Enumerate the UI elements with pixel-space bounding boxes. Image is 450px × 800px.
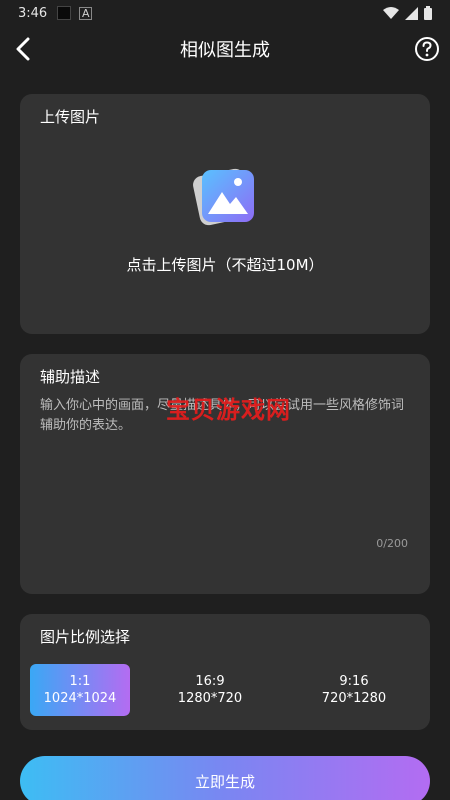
ratio-title: 图片比例选择 — [40, 628, 131, 646]
ratio-size: 1280*720 — [177, 691, 243, 706]
image-upload-icon[interactable] — [192, 166, 258, 228]
ratio-card: 图片比例选择 1:1 1024*1024 16:9 1280*720 9:16 … — [20, 614, 430, 730]
description-card: 辅助描述 输入你心中的画面，尽量描述具体，可以尝试用一些风格修饰词辅助你的表达。… — [20, 354, 430, 594]
upload-hint: 点击上传图片（不超过10M） — [126, 256, 324, 274]
watermark: 宝贝游戏网 — [166, 396, 291, 424]
ratio-option-16-9[interactable]: 16:9 1280*720 — [160, 664, 260, 716]
header: 相似图生成 — [0, 26, 450, 72]
chevron-left-icon — [16, 37, 30, 61]
upload-card[interactable]: 上传图片 点击上传图片（不超过10M） — [20, 94, 430, 334]
help-button[interactable] — [414, 36, 440, 62]
generate-button[interactable]: 立即生成 — [20, 756, 430, 800]
battery-icon — [424, 6, 432, 20]
status-time: 3:46 — [18, 5, 48, 21]
notification-icon — [57, 6, 72, 20]
back-button[interactable] — [8, 34, 38, 64]
ratio-option-9-16[interactable]: 9:16 720*1280 — [304, 664, 404, 716]
signal-icon — [405, 6, 418, 20]
ratio-size: 720*1280 — [321, 691, 387, 706]
ratio-label: 1:1 — [69, 674, 91, 689]
page-title: 相似图生成 — [180, 40, 270, 61]
description-title: 辅助描述 — [40, 368, 101, 386]
ratio-label: 9:16 — [339, 674, 369, 689]
upload-title: 上传图片 — [40, 108, 101, 126]
ratio-option-1-1[interactable]: 1:1 1024*1024 — [30, 664, 130, 716]
wifi-icon — [383, 6, 399, 19]
status-bar: 3:46 A — [0, 0, 450, 26]
generate-button-label: 立即生成 — [194, 772, 255, 791]
notification-a-icon: A — [79, 6, 93, 20]
ratio-size: 1024*1024 — [43, 691, 117, 706]
character-counter: 0/200 — [376, 537, 408, 550]
question-circle-icon — [415, 37, 439, 61]
ratio-label: 16:9 — [195, 674, 225, 689]
